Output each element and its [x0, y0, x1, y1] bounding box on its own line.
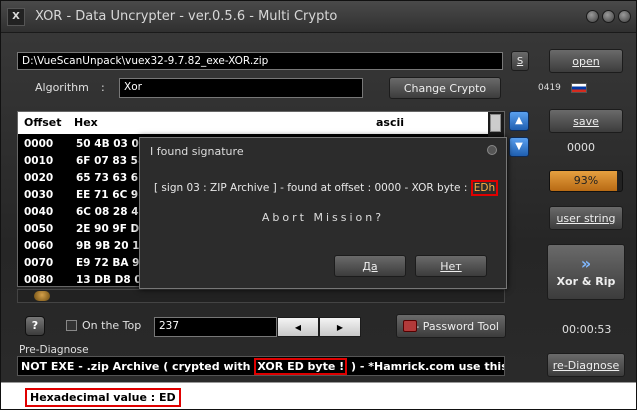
save-value: 0000: [567, 141, 595, 154]
row-offset: 0030: [24, 189, 54, 201]
yes-button[interactable]: Да: [334, 255, 406, 277]
no-button[interactable]: Нет: [415, 255, 487, 277]
abort-mission-text: Abort Mission?: [261, 211, 385, 224]
window-title: XOR - Data Uncrypter - ver.0.5.6 - Multi…: [35, 9, 338, 24]
row-offset: 0010: [24, 155, 54, 167]
number-field[interactable]: 237: [154, 317, 277, 337]
signature-dialog: I found signature [ sign 03 : ZIP Archiv…: [139, 137, 507, 289]
row-hex: 6F 07 83 58: [76, 155, 146, 167]
header-offset: Offset: [24, 116, 62, 129]
user-string-button[interactable]: user string: [549, 206, 623, 230]
row-hex: 6C 08 28 48: [76, 206, 146, 218]
re-diagnose-button[interactable]: re-Diagnose: [547, 353, 625, 377]
open-button-label: open: [572, 54, 600, 68]
app-logo-icon: X: [7, 8, 25, 26]
elapsed-timer: 00:00:53: [562, 323, 612, 336]
row-offset: 0020: [24, 172, 54, 184]
pre-diagnose-text-before: NOT EXE - .zip Archive ( crypted with: [21, 360, 255, 373]
pre-diagnose-output: NOT EXE - .zip Archive ( crypted with XO…: [17, 356, 505, 376]
password-tool-label: - Password Tool: [415, 319, 499, 333]
double-arrow-icon: »: [580, 254, 592, 273]
table-horizontal-scrollbar[interactable]: [17, 289, 505, 303]
dialog-title: I found signature: [150, 145, 244, 158]
row-hex: 13 DB D8 03: [76, 274, 149, 286]
algorithm-label: Algorithm: [35, 81, 89, 94]
lang-code: 0419: [538, 83, 561, 93]
row-offset: 0040: [24, 206, 54, 218]
arrow-left-icon: ◀: [294, 322, 302, 332]
s-button-label: S: [516, 55, 524, 67]
header-hex: Hex: [74, 116, 98, 129]
arrow-up-icon[interactable]: ▲: [509, 111, 529, 131]
xor-rip-label: Xor & Rip: [556, 275, 616, 288]
help-icon[interactable]: ?: [25, 316, 45, 336]
dialog-message: [ sign 03 : ZIP Archive ] - found at off…: [154, 180, 499, 196]
change-crypto-button[interactable]: Change Crypto: [389, 77, 501, 99]
re-diagnose-label: re-Diagnose: [552, 358, 620, 372]
no-button-label: Нет: [440, 259, 462, 273]
dialog-xor-byte: EDh: [470, 180, 499, 196]
row-offset: 0060: [24, 240, 54, 252]
row-hex: 65 73 63 61: [76, 172, 146, 184]
open-button[interactable]: open: [549, 49, 623, 73]
table-header: Offset Hex ascii: [18, 112, 490, 134]
progress-bar: 93%: [549, 170, 623, 192]
row-hex: E9 72 BA 95: [76, 257, 147, 269]
russia-flag-icon[interactable]: [571, 83, 587, 93]
dialog-message-text: [ sign 03 : ZIP Archive ] - found at off…: [154, 182, 471, 194]
algorithm-field[interactable]: Xor: [119, 78, 363, 98]
row-hex: EE 71 6C 98: [76, 189, 146, 201]
close-button[interactable]: [618, 10, 631, 23]
pre-diagnose-highlight: XOR ED byte !: [254, 358, 348, 375]
row-hex: 2E 90 9F D0: [76, 223, 147, 235]
row-offset: 0080: [24, 274, 54, 286]
hex-value-status: Hexadecimal value : ED: [25, 388, 181, 407]
minimize-button[interactable]: [586, 10, 599, 23]
user-string-label: user string: [556, 211, 616, 225]
maximize-button[interactable]: [602, 10, 615, 23]
pre-diagnose-text-after: ) - *Hamrick.com use this: [347, 360, 505, 373]
row-offset: 0050: [24, 223, 54, 235]
save-button-label: save: [573, 114, 599, 128]
stepper-left-button[interactable]: ◀: [277, 317, 319, 337]
horizontal-scroll-thumb[interactable]: [34, 291, 50, 301]
save-button[interactable]: save: [549, 109, 623, 133]
on-top-checkbox[interactable]: [66, 320, 77, 331]
s-button[interactable]: S: [511, 51, 529, 71]
header-ascii: ascii: [376, 116, 405, 129]
status-bar: Hexadecimal value : ED: [1, 382, 636, 409]
on-top-label: On the Top: [82, 319, 141, 332]
title-bar[interactable]: X XOR - Data Uncrypter - ver.0.5.6 - Mul…: [1, 1, 636, 33]
arrow-right-icon: ▶: [336, 322, 344, 332]
xor-rip-button[interactable]: » Xor & Rip: [547, 244, 625, 300]
pre-diagnose-label: Pre-Diagnose: [19, 344, 89, 356]
app-window: X XOR - Data Uncrypter - ver.0.5.6 - Mul…: [0, 0, 637, 410]
on-top-label-text: On the Top: [82, 319, 142, 332]
dialog-close-icon[interactable]: [487, 145, 497, 155]
arrow-down-icon[interactable]: ▼: [509, 137, 529, 157]
stepper-right-button[interactable]: ▶: [319, 317, 361, 337]
vertical-scroll-thumb[interactable]: [490, 114, 501, 132]
password-tool-icon: [403, 320, 417, 332]
row-hex: 50 4B 03 04: [76, 138, 147, 150]
password-tool-button[interactable]: - Password Tool: [396, 314, 506, 338]
algorithm-colon: :: [101, 81, 105, 94]
row-hex: 9B 9B 20 1D: [76, 240, 149, 252]
row-offset: 0000: [24, 138, 54, 150]
file-path-field[interactable]: D:\VueScanUnpack\vuex32-9.7.82_exe-XOR.z…: [17, 52, 503, 70]
yes-button-label: Да: [362, 259, 378, 273]
row-offset: 0070: [24, 257, 54, 269]
progress-label: 93%: [573, 174, 599, 187]
